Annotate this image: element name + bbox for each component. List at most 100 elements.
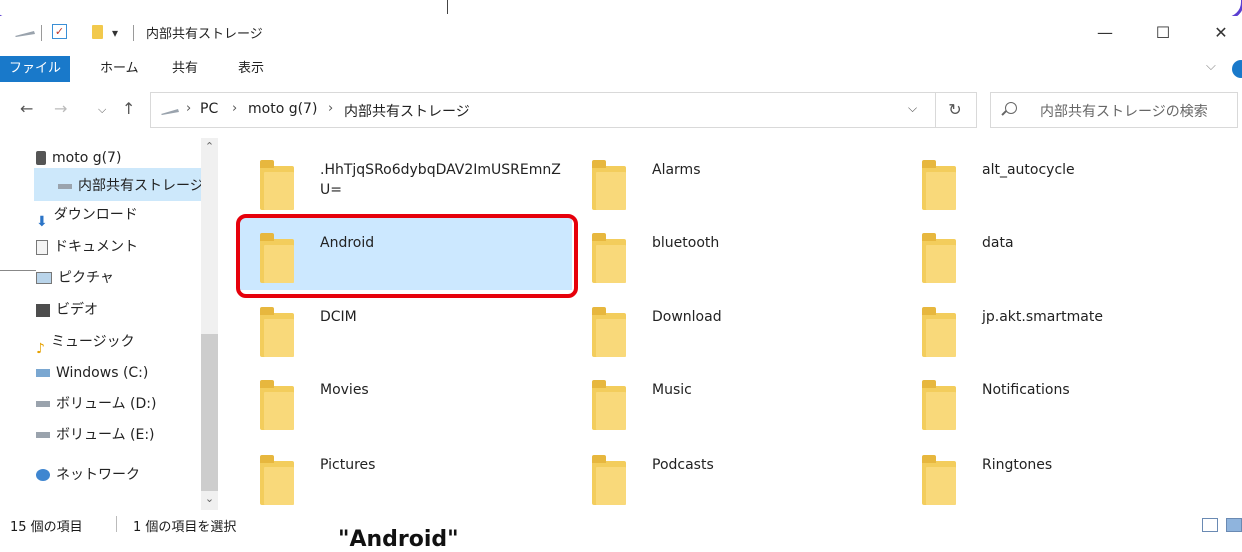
maximize-button[interactable]: ☐ [1140, 16, 1186, 50]
volume-icon [36, 432, 50, 438]
folder-item[interactable]: jp.akt.smartmate [900, 307, 1220, 373]
folder-name: Notifications [982, 382, 1070, 398]
folder-name: Alarms [652, 162, 701, 178]
caption-text: "Android" [338, 527, 459, 552]
chevron-right-icon[interactable]: › [186, 101, 191, 116]
large-icons-view-icon[interactable] [1226, 518, 1242, 532]
scroll-down-icon[interactable]: ⌄ [201, 492, 218, 505]
nav-scrollbar-thumb[interactable] [201, 334, 218, 491]
toolbar-separator [41, 25, 42, 41]
chevron-right-icon[interactable]: › [328, 101, 333, 116]
folder-name: bluetooth [652, 235, 720, 251]
video-icon [36, 303, 50, 317]
folder-item[interactable]: Ringtones [900, 455, 1220, 521]
search-icon [1005, 102, 1017, 114]
folder-item[interactable]: Movies [238, 380, 558, 446]
folder-item-android[interactable]: Android [238, 233, 558, 299]
folder-name: jp.akt.smartmate [982, 309, 1103, 325]
nav-item-volume-d[interactable]: ボリューム (D:) [36, 391, 156, 417]
breadcrumb-storage[interactable]: 内部共有ストレージ [344, 101, 470, 121]
details-view-icon[interactable] [1202, 518, 1218, 532]
minimize-button[interactable]: — [1082, 16, 1128, 50]
properties-check-icon[interactable]: ✓ [52, 24, 67, 39]
address-dropdown-icon[interactable]: ⌵ [908, 101, 917, 116]
tab-view[interactable]: 表示 [238, 56, 264, 82]
back-icon[interactable]: ← [20, 99, 33, 118]
chevron-right-icon[interactable]: › [232, 101, 237, 116]
nav-item-volume-e[interactable]: ボリューム (E:) [36, 422, 155, 448]
volume-icon [36, 401, 50, 407]
expand-ribbon-icon[interactable]: ⌵ [1206, 59, 1216, 74]
folder-item[interactable]: alt_autocycle [900, 160, 1220, 226]
folder-icon [260, 160, 294, 210]
status-selection: 1 個の項目を選択 [133, 520, 237, 535]
tab-home[interactable]: ホーム [100, 56, 139, 82]
close-button[interactable]: ✕ [1198, 16, 1242, 50]
phone-icon [36, 151, 46, 165]
folder-icon [922, 380, 956, 430]
folder-name: Pictures [320, 457, 376, 473]
nav-item-music[interactable]: ♪ ミュージック [36, 329, 135, 357]
refresh-button[interactable]: ↻ [934, 92, 977, 128]
nav-item-label: ボリューム (D:) [56, 396, 157, 412]
nav-item-network[interactable]: ネットワーク [36, 462, 140, 488]
nav-item-downloads[interactable]: ⬇ ダウンロード [36, 202, 138, 230]
up-icon[interactable]: ↑ [122, 99, 135, 118]
tab-share[interactable]: 共有 [172, 56, 198, 82]
folder-icon [260, 380, 294, 430]
folder-item[interactable]: Pictures [238, 455, 558, 521]
forward-icon[interactable]: → [54, 99, 67, 118]
folder-name: Ringtones [982, 457, 1053, 473]
folder-name: Movies [320, 382, 369, 398]
nav-item-label: moto g(7) [52, 150, 122, 166]
folder-item[interactable]: Download [570, 307, 890, 373]
drive-icon [161, 109, 179, 115]
nav-item-moto-g7[interactable]: moto g(7) [36, 145, 121, 171]
folder-item[interactable]: DCIM [238, 307, 558, 373]
new-folder-icon[interactable] [92, 25, 103, 39]
folder-icon [922, 307, 956, 357]
breadcrumb-pc[interactable]: PC [200, 101, 218, 117]
music-icon: ♪ [36, 341, 45, 357]
folder-name: Music [652, 382, 692, 398]
drive-icon [58, 183, 72, 189]
status-item-count: 15 個の項目 [10, 520, 83, 535]
drive-icon [15, 31, 35, 37]
tab-file[interactable]: ファイル [0, 56, 70, 82]
folder-item[interactable]: bluetooth [570, 233, 890, 299]
nav-item-label: ボリューム (E:) [56, 427, 155, 443]
nav-item-label: ネットワーク [56, 467, 140, 483]
recent-locations-icon[interactable]: ⌵ [98, 103, 106, 117]
toolbar-separator [133, 25, 134, 41]
folder-icon [592, 307, 626, 357]
nav-item-windows-c[interactable]: Windows (C:) [36, 360, 148, 386]
nav-item-label: 内部共有ストレージ [78, 178, 204, 194]
customize-toolbar-icon[interactable]: ▾ [112, 26, 118, 40]
folder-icon [592, 380, 626, 430]
folder-icon [922, 455, 956, 505]
nav-item-label: Windows (C:) [56, 365, 149, 381]
folder-name: data [982, 235, 1014, 251]
nav-item-videos[interactable]: ビデオ [36, 297, 98, 323]
folder-item[interactable]: data [900, 233, 1220, 299]
nav-item-pictures[interactable]: ピクチャ [36, 265, 114, 291]
download-icon: ⬇ [36, 214, 48, 230]
guide-line [0, 270, 36, 271]
help-icon[interactable] [1232, 60, 1242, 78]
guide-line [447, 0, 448, 14]
nav-item-label: ドキュメント [54, 239, 138, 255]
nav-item-documents[interactable]: ドキュメント [36, 234, 138, 260]
folder-item[interactable]: Notifications [900, 380, 1220, 446]
scroll-up-icon[interactable]: ⌃ [201, 140, 218, 153]
folder-item[interactable]: Music [570, 380, 890, 446]
nav-item-internal-storage[interactable]: 内部共有ストレージ [58, 173, 204, 199]
nav-item-label: ダウンロード [53, 207, 138, 223]
breadcrumb-device[interactable]: moto g(7) [248, 101, 317, 117]
windows-drive-icon [36, 369, 50, 377]
folder-item[interactable]: .HhTjqSRo6dybqDAV2ImUSREmnZU= [238, 160, 561, 226]
folder-item[interactable]: Alarms [570, 160, 890, 226]
nav-item-label: ミュージック [50, 334, 135, 350]
folder-name: .HhTjqSRo6dybqDAV2ImUSREmnZU= [320, 162, 561, 198]
folder-icon [260, 307, 294, 357]
folder-item[interactable]: Podcasts [570, 455, 890, 521]
